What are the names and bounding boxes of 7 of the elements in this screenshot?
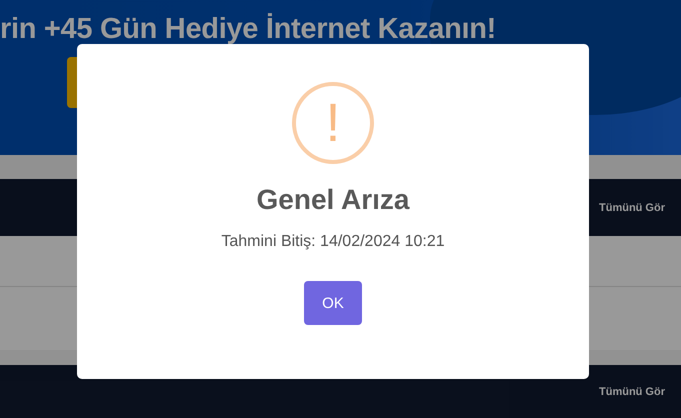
warning-icon: ! (292, 82, 374, 164)
dialog-title: Genel Arıza (256, 184, 410, 216)
see-all-link[interactable]: Tümünü Gör (599, 386, 665, 398)
banner-headline: rin +45 Gün Hediye İnternet Kazanın! (0, 12, 498, 46)
see-all-link[interactable]: Tümünü Gör (599, 202, 665, 214)
dialog-message: Tahmini Bitiş: 14/02/2024 10:21 (221, 233, 445, 251)
ok-button[interactable]: OK (304, 281, 362, 325)
